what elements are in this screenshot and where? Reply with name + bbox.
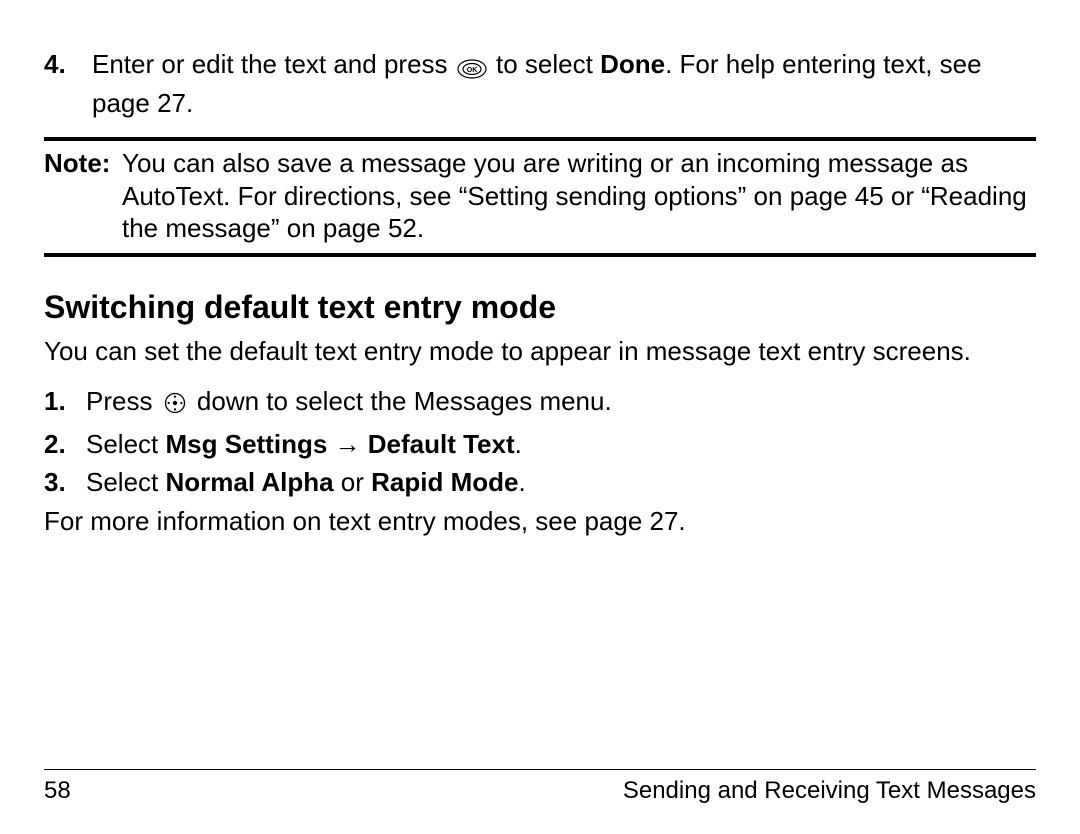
step-3-number: 3. xyxy=(44,466,86,499)
step-3-mid: or xyxy=(334,467,372,497)
step-1-text-b: down to select the Messages menu. xyxy=(197,386,612,416)
ok-button-icon: OK xyxy=(457,54,487,87)
chapter-title: Sending and Receiving Text Messages xyxy=(623,776,1036,806)
step-3-bold-1: Normal Alpha xyxy=(166,467,334,497)
step-2-bold-1: Msg Settings xyxy=(166,429,328,459)
page-number: 58 xyxy=(44,776,71,806)
step-3-body: Select Normal Alpha or Rapid Mode. xyxy=(86,466,1036,499)
step-1-body: Press down to select the Messages menu. xyxy=(86,385,1036,422)
step-4-body: Enter or edit the text and press OK to s… xyxy=(92,48,1036,119)
arrow-icon: → xyxy=(327,429,367,459)
step-4: 4. Enter or edit the text and press OK t… xyxy=(44,48,1036,119)
step-3: 3. Select Normal Alpha or Rapid Mode. xyxy=(44,466,1036,499)
page-footer: 58 Sending and Receiving Text Messages xyxy=(44,769,1036,806)
step-1: 1. Press down to select the Messages men… xyxy=(44,385,1036,422)
step-1-text-a: Press xyxy=(86,386,160,416)
step-2-tail: . xyxy=(515,429,522,459)
step-4-done-label: Done xyxy=(600,49,665,79)
note-block: Note: You can also save a message you ar… xyxy=(44,137,1036,257)
step-1-number: 1. xyxy=(44,385,86,422)
step-2-prefix: Select xyxy=(86,429,166,459)
section-intro: You can set the default text entry mode … xyxy=(44,335,1036,368)
step-3-tail: . xyxy=(518,467,525,497)
step-2-number: 2. xyxy=(44,428,86,461)
note-label: Note: xyxy=(44,147,122,245)
step-4-text-b: to select xyxy=(496,49,600,79)
note-body: You can also save a message you are writ… xyxy=(122,147,1036,245)
step-2-bold-2: Default Text xyxy=(368,429,515,459)
step-3-prefix: Select xyxy=(86,467,166,497)
nav-key-icon xyxy=(164,389,186,422)
more-info-text: For more information on text entry modes… xyxy=(44,505,1036,538)
svg-text:OK: OK xyxy=(467,67,478,74)
step-4-number: 4. xyxy=(44,48,92,119)
step-4-text-a: Enter or edit the text and press xyxy=(92,49,455,79)
step-2-body: Select Msg Settings → Default Text. xyxy=(86,428,1036,461)
section-title: Switching default text entry mode xyxy=(44,287,1036,327)
step-2: 2. Select Msg Settings → Default Text. xyxy=(44,428,1036,461)
steps-list: 1. Press down to select the Messages men… xyxy=(44,385,1036,499)
step-3-bold-2: Rapid Mode xyxy=(371,467,518,497)
